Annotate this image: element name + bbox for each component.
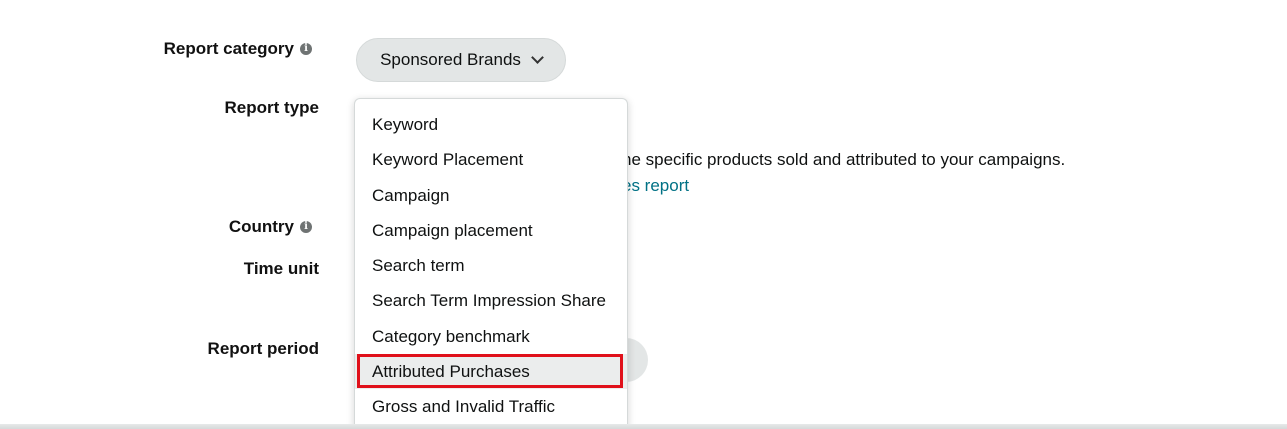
menu-item-keyword-placement[interactable]: Keyword Placement (355, 142, 627, 177)
country-label-text: Country (228, 217, 294, 236)
menu-item-campaign-placement[interactable]: Campaign placement (355, 213, 627, 248)
report-settings-page: Report category i Report type Country i … (0, 0, 1287, 429)
menu-item-search-term-impression-share[interactable]: Search Term Impression Share (355, 283, 627, 318)
menu-item-campaign[interactable]: Campaign (355, 178, 627, 213)
report-category-dropdown[interactable]: Sponsored Brands (356, 38, 566, 82)
country-label: Country i (229, 214, 312, 240)
report-period-label-text: Report period (207, 339, 319, 358)
report-type-label: Report type (225, 95, 319, 121)
chevron-down-icon (531, 51, 544, 64)
report-type-description: he specific products sold and attributed… (622, 150, 1066, 169)
menu-item-search-term[interactable]: Search term (355, 248, 627, 283)
time-unit-label: Time unit (244, 256, 319, 282)
menu-item-gross-and-invalid-traffic[interactable]: Gross and Invalid Traffic (355, 389, 627, 424)
menu-item-category-benchmark[interactable]: Category benchmark (355, 319, 627, 354)
bottom-divider (0, 424, 1287, 429)
menu-item-keyword[interactable]: Keyword (355, 107, 627, 142)
report-type-label-text: Report type (224, 98, 319, 117)
menu-item-attributed-purchases-label: Attributed Purchases (372, 362, 530, 382)
info-icon[interactable]: i (300, 43, 312, 55)
report-category-selected: Sponsored Brands (380, 50, 521, 69)
menu-item-attributed-purchases[interactable]: Attributed Purchases (355, 354, 627, 390)
time-unit-label-text: Time unit (243, 259, 319, 278)
report-type-learn-more-link[interactable]: es report (622, 176, 689, 196)
report-category-label: Report category i (164, 36, 312, 62)
report-period-label: Report period (208, 336, 319, 362)
info-icon[interactable]: i (300, 221, 312, 233)
report-type-menu: Keyword Keyword Placement Campaign Campa… (354, 98, 628, 429)
report-category-label-text: Report category (163, 39, 294, 58)
